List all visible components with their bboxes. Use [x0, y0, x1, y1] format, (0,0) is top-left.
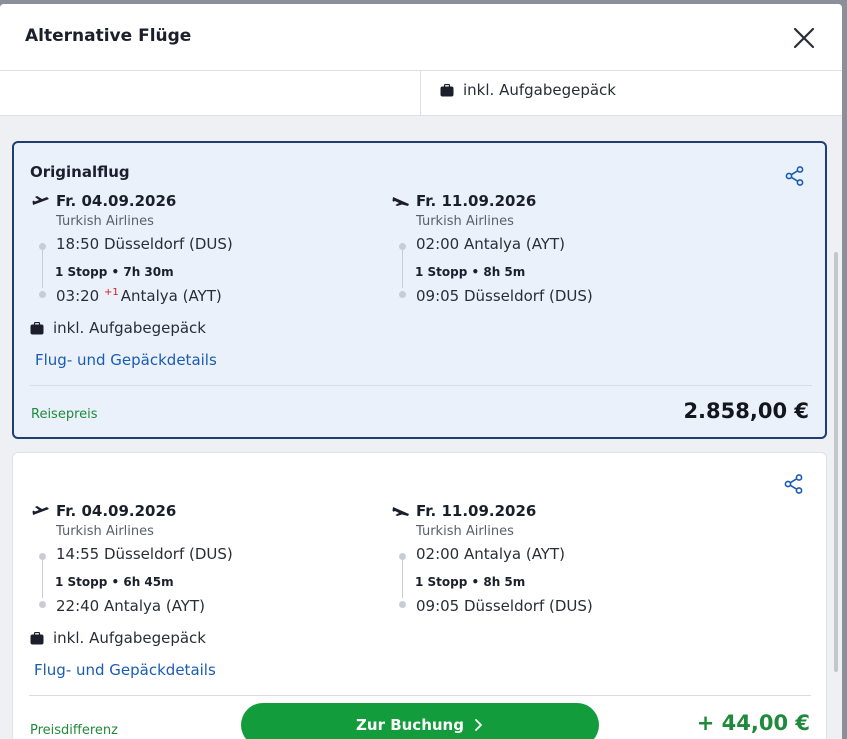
outbound-leg: Fr. 04.09.2026 Turkish Airlines 14:55 Dü… [32, 501, 372, 615]
modal-title: Alternative Flüge [25, 26, 192, 46]
outbound-date: Fr. 04.09.2026 [56, 192, 177, 210]
timeline-line [42, 244, 43, 288]
suitcase-icon [30, 631, 44, 644]
price-difference: + 44,00 € [696, 711, 810, 735]
stops-duration: 1 Stopp • 6h 45m [55, 575, 174, 589]
timeline-dot [39, 291, 46, 298]
price-label: Preisdifferenz [30, 723, 118, 738]
baggage-label: inkl. Aufgabegepäck [53, 629, 206, 647]
outbound-date: Fr. 04.09.2026 [56, 502, 177, 520]
timeline-dot [399, 291, 406, 298]
suitcase-icon [440, 83, 454, 96]
return-date: Fr. 11.09.2026 [416, 502, 537, 520]
book-button-label: Zur Buchung [356, 716, 464, 734]
timeline-dot [39, 601, 46, 608]
flight-details-link[interactable]: Flug- und Gepäckdetails [34, 661, 216, 679]
background-strip [842, 0, 847, 739]
arrival-place: Antalya (AYT) [120, 287, 222, 305]
scrollbar-thumb[interactable] [834, 252, 838, 672]
airline: Turkish Airlines [56, 524, 154, 539]
airline: Turkish Airlines [416, 524, 514, 539]
day-offset: +1 [104, 287, 119, 298]
return-leg: Fr. 11.09.2026 Turkish Airlines 02:00 An… [392, 191, 732, 305]
plane-arrival-icon [392, 197, 409, 206]
departure: 14:55 Düsseldorf (DUS) [56, 545, 233, 563]
arrival-time: 03:20 [56, 287, 100, 305]
return-date: Fr. 11.09.2026 [416, 192, 537, 210]
arrival: 09:05 Düsseldorf (DUS) [416, 597, 593, 615]
baggage-info: inkl. Aufgabegepäck [440, 81, 616, 99]
flight-details-link[interactable]: Flug- und Gepäckdetails [35, 351, 217, 369]
alternative-flight-card[interactable]: Fr. 04.09.2026 Turkish Airlines 14:55 Dü… [12, 452, 827, 739]
plane-arrival-icon [392, 507, 409, 516]
chevron-right-icon [475, 719, 482, 731]
book-button[interactable]: Zur Buchung [241, 703, 599, 739]
total-price: 2.858,00 € [683, 399, 809, 423]
departure: 18:50 Düsseldorf (DUS) [56, 235, 233, 253]
arrival: 09:05 Düsseldorf (DUS) [416, 287, 593, 305]
alternative-flights-modal: Alternative Flüge inkl. Aufgabegepäck Or… [0, 4, 842, 739]
return-leg: Fr. 11.09.2026 Turkish Airlines 02:00 An… [392, 501, 732, 615]
baggage-info: inkl. Aufgabegepäck [30, 629, 206, 647]
share-button[interactable] [784, 165, 806, 187]
timeline-dot [399, 601, 406, 608]
timeline-line [402, 244, 403, 288]
close-button[interactable] [790, 24, 818, 52]
baggage-info: inkl. Aufgabegepäck [30, 319, 206, 337]
departure: 02:00 Antalya (AYT) [416, 545, 565, 563]
plane-departure-icon [32, 506, 49, 515]
airline: Turkish Airlines [416, 214, 514, 229]
plane-departure-icon [32, 196, 49, 205]
share-button[interactable] [783, 473, 805, 495]
price-label: Reisepreis [31, 407, 98, 422]
original-flight-card[interactable]: Originalflug Fr. 04.09.2026 Turkish Airl… [12, 141, 827, 439]
baggage-label: inkl. Aufgabegepäck [463, 81, 616, 99]
arrival: 03:20 +1 Antalya (AYT) [56, 287, 222, 305]
divider [30, 385, 812, 386]
airline: Turkish Airlines [56, 214, 154, 229]
divider [420, 71, 421, 115]
arrival: 22:40 Antalya (AYT) [56, 597, 205, 615]
close-icon [793, 27, 815, 49]
baggage-label: inkl. Aufgabegepäck [53, 319, 206, 337]
previous-flight-card: inkl. Aufgabegepäck [0, 71, 842, 116]
modal-header: Alternative Flüge [0, 4, 842, 71]
stops-duration: 1 Stopp • 8h 5m [415, 265, 526, 279]
stops-duration: 1 Stopp • 7h 30m [55, 265, 174, 279]
share-icon [784, 474, 803, 494]
divider [29, 695, 811, 696]
stops-duration: 1 Stopp • 8h 5m [415, 575, 526, 589]
timeline-line [42, 554, 43, 598]
departure: 02:00 Antalya (AYT) [416, 235, 565, 253]
outbound-leg: Fr. 04.09.2026 Turkish Airlines 18:50 Dü… [32, 191, 372, 305]
timeline-line [402, 554, 403, 598]
suitcase-icon [30, 321, 44, 334]
share-icon [785, 166, 804, 186]
card-label: Originalflug [30, 163, 130, 181]
